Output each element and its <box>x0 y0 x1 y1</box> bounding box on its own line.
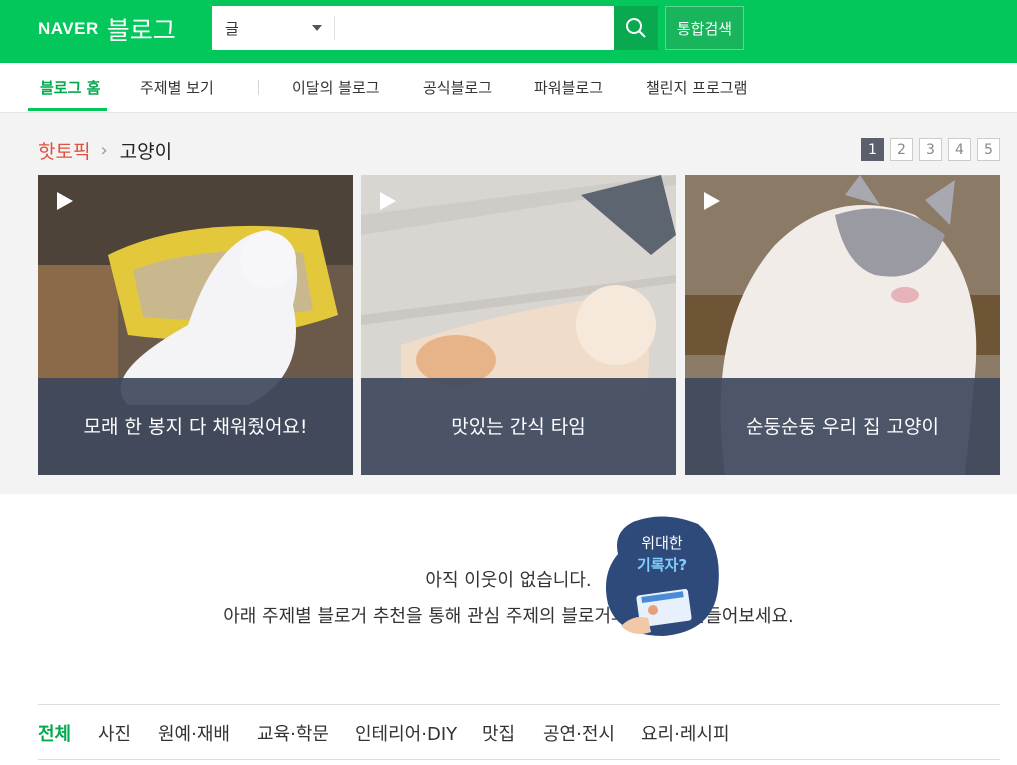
search-icon <box>626 18 646 38</box>
search-divider <box>334 16 335 40</box>
main-nav: 블로그 홈 주제별 보기 이달의 블로그 공식블로그 파워블로그 챌린지 프로그… <box>0 63 1017 113</box>
naver-logo-text: NAVER <box>38 19 99 38</box>
hot-topic-card[interactable]: 모래 한 봉지 다 채워줬어요! <box>38 175 353 475</box>
hot-topic-name: 고양이 <box>119 141 173 163</box>
category-tab-interior[interactable]: 인테리어·DIY <box>355 720 457 746</box>
play-icon <box>380 192 396 210</box>
category-tab-recipes[interactable]: 요리·레시피 <box>641 720 730 746</box>
empty-message-line2: 아래 주제별 블로거 추천을 통해 관심 주제의 블로거와 이웃을 만들어보세요… <box>223 606 794 627</box>
category-tab-restaurants[interactable]: 맛집 <box>482 720 515 746</box>
empty-message-line1: 아직 이웃이 없습니다. <box>425 570 592 591</box>
hot-topic-title: 핫토픽 › 고양이 <box>38 137 172 164</box>
category-tab-gardening[interactable]: 원예·재배 <box>158 720 230 746</box>
nav-item-monthly-blog[interactable]: 이달의 블로그 <box>292 77 380 98</box>
nav-item-by-topic[interactable]: 주제별 보기 <box>140 77 214 98</box>
hot-topic-label[interactable]: 핫토픽 <box>38 137 90 164</box>
badge-text-line1: 위대한 <box>641 534 683 552</box>
category-tab-education[interactable]: 교육·학문 <box>257 720 329 746</box>
nav-item-official-blog[interactable]: 공식블로그 <box>423 77 492 98</box>
naver-blog-logo[interactable]: NAVER 블로그 <box>38 13 176 45</box>
category-tab-performance[interactable]: 공연·전시 <box>543 720 615 746</box>
card-caption: 맛있는 간식 타임 <box>361 378 676 475</box>
empty-neighbors-section: 아직 이웃이 없습니다. 아래 주제별 블로거 추천을 통해 관심 주제의 블로… <box>0 494 1017 694</box>
chevron-right-icon: › <box>100 140 108 161</box>
blog-logo-text: 블로그 <box>106 16 176 45</box>
card-caption: 순둥순둥 우리 집 고양이 <box>685 378 1000 475</box>
nav-item-challenge[interactable]: 챌린지 프로그램 <box>646 77 747 98</box>
card-caption: 모래 한 봉지 다 채워줬어요! <box>38 378 353 475</box>
search-category-select[interactable]: 글 <box>212 6 334 50</box>
top-header: NAVER 블로그 글 통합검색 <box>0 0 1017 63</box>
hot-topic-card[interactable]: 순둥순둥 우리 집 고양이 <box>685 175 1000 475</box>
search-input[interactable] <box>338 10 612 46</box>
category-tab-photo[interactable]: 사진 <box>98 720 131 746</box>
total-search-button[interactable]: 통합검색 <box>665 6 744 50</box>
page-button-2[interactable]: 2 <box>890 138 913 161</box>
nav-active-underline <box>28 108 107 111</box>
play-icon <box>57 192 73 210</box>
caret-down-icon <box>312 25 322 31</box>
badge-text-line2: 기록자? <box>636 556 688 574</box>
search-box: 글 <box>212 6 614 50</box>
search-category-value: 글 <box>225 20 239 38</box>
hot-topic-card[interactable]: 맛있는 간식 타임 <box>361 175 676 475</box>
nav-divider <box>258 80 259 95</box>
nav-item-power-blog[interactable]: 파워블로그 <box>534 77 603 98</box>
page-button-1[interactable]: 1 <box>861 138 884 161</box>
category-tabs: 전체 사진 원예·재배 교육·학문 인테리어·DIY 맛집 공연·전시 요리·레… <box>38 704 1000 760</box>
hot-topic-pager: 1 2 3 4 5 <box>861 138 1000 161</box>
page-button-3[interactable]: 3 <box>919 138 942 161</box>
search-button[interactable] <box>614 6 658 50</box>
great-recorder-badge[interactable]: 위대한 기록자? <box>603 514 721 638</box>
play-icon <box>704 192 720 210</box>
hot-topic-section: 핫토픽 › 고양이 1 2 3 4 5 모래 한 봉지 다 채워줬어요! 맛있는… <box>0 113 1017 494</box>
page-button-4[interactable]: 4 <box>948 138 971 161</box>
page-button-5[interactable]: 5 <box>977 138 1000 161</box>
nav-item-blog-home[interactable]: 블로그 홈 <box>40 77 100 98</box>
category-tab-all[interactable]: 전체 <box>38 720 71 746</box>
